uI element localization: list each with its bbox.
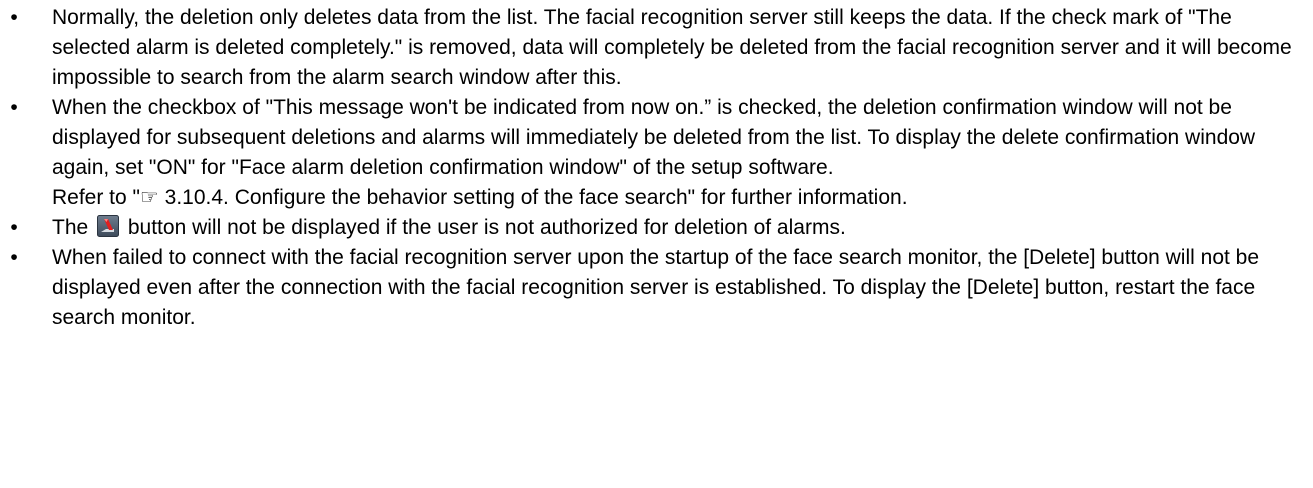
note-reference-link[interactable]: Refer to "☞ 3.10.4. Configure the behavi…	[52, 183, 1309, 213]
note-item-delete-button-authorization: • The button will not be displayed if th…	[0, 213, 1313, 243]
note-text-complete-deletion: Normally, the deletion only deletes data…	[52, 6, 1292, 89]
note-text-delete-button-authorization: The button will not be displayed if the …	[52, 213, 1309, 243]
note-item-complete-deletion: • Normally, the deletion only deletes da…	[0, 3, 1313, 93]
note-item-connection-failure: • When failed to connect with the facial…	[0, 243, 1313, 333]
note-item-confirmation-window: • When the checkbox of "This message won…	[0, 93, 1313, 213]
note-text-confirmation-window: When the checkbox of "This message won't…	[52, 96, 1256, 179]
delete-alarm-icon	[97, 215, 120, 237]
notes-list: • Normally, the deletion only deletes da…	[0, 0, 1313, 333]
note-text-connection-failure: When failed to connect with the facial r…	[52, 246, 1260, 329]
note-text-after-icon: button will not be displayed if the user…	[122, 216, 846, 239]
bullet-marker: •	[10, 6, 18, 29]
bullet-marker: •	[10, 246, 18, 269]
bullet-marker: •	[10, 96, 18, 119]
bullet-marker: •	[10, 216, 18, 239]
note-text-before-icon: The	[52, 216, 95, 239]
